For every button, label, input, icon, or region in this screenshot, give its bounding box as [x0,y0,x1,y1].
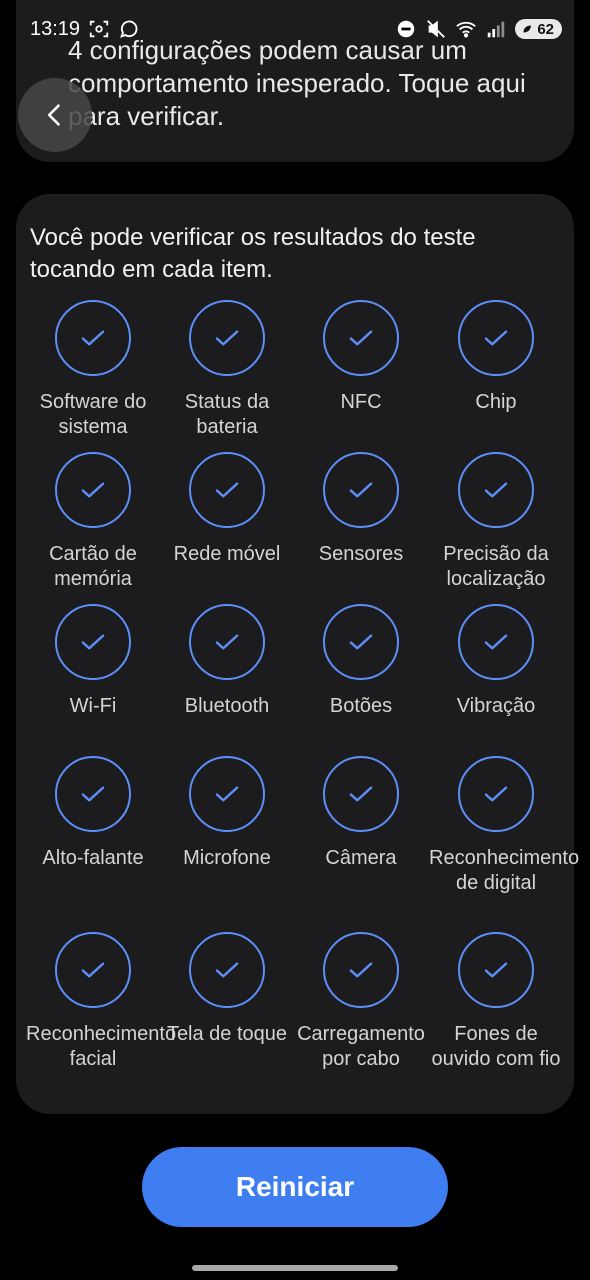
result-item-wifi[interactable]: Wi-Fi [26,604,160,719]
item-label: Fones de ouvido com fio [431,1023,561,1070]
item-label: Câmera [325,847,397,869]
check-icon [484,482,508,498]
result-item-speaker[interactable]: Alto-falante [26,756,160,871]
check-icon [215,482,239,498]
check-icon [215,634,239,650]
result-item-mobile-network[interactable]: Rede móvel [160,452,294,567]
item-label: Cartão de memória [49,543,137,590]
result-item-face-recognition[interactable]: Reconhecimento facial [26,932,177,1072]
item-label: NFC [340,391,382,413]
check-icon [349,634,373,650]
check-circle [189,756,265,832]
check-icon [81,962,105,978]
item-label: Wi-Fi [69,695,117,717]
item-label: Status da bateria [184,391,270,438]
item-label: Software do sistema [39,391,147,438]
check-circle [55,300,131,376]
item-label: Sensores [318,543,404,565]
item-label: Bluetooth [184,695,270,717]
status-bar: 13:19 62 [0,0,590,58]
check-circle [323,300,399,376]
check-circle [323,452,399,528]
check-circle [458,932,534,1008]
status-left: 13:19 [30,18,140,41]
item-label: Carregamento por cabo [297,1023,425,1070]
result-item-bluetooth[interactable]: Bluetooth [160,604,294,719]
item-label: Chip [475,391,517,413]
check-circle [55,604,131,680]
item-label: Microfone [183,847,271,869]
result-item-memory-card[interactable]: Cartão de memória [26,452,160,592]
result-item-buttons[interactable]: Botões [294,604,428,719]
check-icon [81,330,105,346]
check-icon [215,330,239,346]
check-icon [215,786,239,802]
check-icon [81,634,105,650]
do-not-disturb-icon [398,20,415,38]
check-icon [349,786,373,802]
check-circle [323,604,399,680]
check-circle [189,452,265,528]
result-item-battery[interactable]: Status da bateria [160,300,294,440]
check-icon [484,786,508,802]
wifi-icon [456,21,477,38]
check-circle [189,604,265,680]
check-circle [323,756,399,832]
mute-icon [427,20,446,38]
whatsapp-icon [120,20,138,38]
battery-level: 62 [537,20,554,38]
screenshot-icon [89,20,109,38]
check-circle [55,756,131,832]
results-grid: Software do sistema Status da bateria NF… [16,194,580,1114]
signal-icon [488,21,505,38]
result-item-location-accuracy[interactable]: Precisão da localização [429,452,563,592]
check-circle [55,932,131,1008]
result-item-fingerprint[interactable]: Reconhecimento de digital [429,756,580,896]
check-circle [458,756,534,832]
result-item-camera[interactable]: Câmera [294,756,428,871]
check-circle [55,452,131,528]
check-circle [458,300,534,376]
result-item-cable-charging[interactable]: Carregamento por cabo [294,932,428,1072]
item-label: Precisão da localização [443,543,549,590]
check-circle [189,300,265,376]
item-label: Rede móvel [173,543,281,565]
item-label: Alto-falante [42,847,144,869]
check-circle [189,932,265,1008]
results-card: Você pode verificar os resultados do tes… [16,194,580,1114]
result-item-software[interactable]: Software do sistema [26,300,160,440]
check-icon [349,962,373,978]
check-icon [349,482,373,498]
result-item-nfc[interactable]: NFC [294,300,428,415]
check-icon [215,962,239,978]
result-item-sensors[interactable]: Sensores [294,452,428,567]
status-time: 13:19 [30,17,81,40]
item-label: Tela de toque [166,1023,288,1045]
check-icon [81,482,105,498]
result-item-wired-headphones[interactable]: Fones de ouvido com fio [429,932,563,1072]
result-item-microphone[interactable]: Microfone [160,756,294,871]
battery-icon: 62 [515,19,562,39]
item-label: Reconhecimento de digital [429,847,580,894]
result-item-vibration[interactable]: Vibração [429,604,563,719]
check-circle [458,604,534,680]
item-label: Vibração [456,695,536,717]
restart-button[interactable]: Reiniciar [142,1147,448,1227]
check-icon [349,330,373,346]
status-right: 62 [395,18,562,40]
result-item-touch-screen[interactable]: Tela de toque [160,932,294,1047]
item-label: Botões [329,695,393,717]
battery-saver-icon [523,25,532,33]
home-indicator[interactable] [192,1265,398,1271]
check-circle [323,932,399,1008]
result-item-sim[interactable]: Chip [429,300,563,415]
check-icon [484,634,508,650]
check-icon [484,962,508,978]
back-button[interactable] [18,78,92,152]
check-circle [458,452,534,528]
chevron-left-icon [47,104,60,126]
check-icon [484,330,508,346]
check-icon [81,786,105,802]
item-label: Reconhecimento facial [26,1023,177,1070]
